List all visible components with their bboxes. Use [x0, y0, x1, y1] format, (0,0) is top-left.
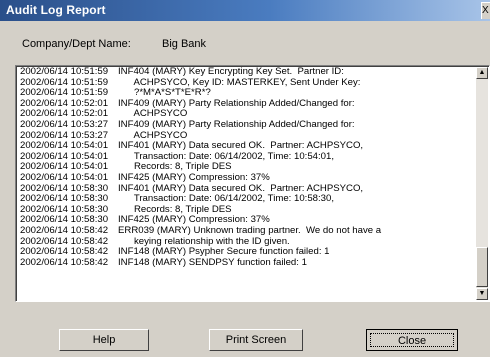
log-message: ERR039 (MARY) Unknown trading partner. W…	[118, 225, 382, 236]
log-line: 2002/06/14 10:58:42 INF148 (MARY) SENDPSY…	[20, 258, 476, 269]
log-listbox[interactable]: 2002/06/14 10:51:59 INF404 (MARY) Key Enc…	[15, 65, 490, 302]
log-message: ?*M*A*S*T*E*R*?	[118, 88, 211, 99]
log-line: 2002/06/14 10:58:30 INF401 (MARY) Data se…	[20, 184, 476, 195]
log-message: INF425 (MARY) Compression: 37%	[118, 172, 270, 183]
log-line: 2002/06/14 10:54:01 Transaction: Date: 0…	[20, 152, 476, 163]
scroll-down-arrow-icon[interactable]: ▼	[476, 288, 488, 300]
log-timestamp: 2002/06/14 10:58:30	[20, 183, 109, 194]
log-timestamp: 2002/06/14 10:58:42	[20, 225, 109, 236]
log-line: 2002/06/14 10:58:30 Transaction: Date: 0…	[20, 194, 476, 205]
close-button-label: Close	[370, 333, 454, 347]
log-lines: 2002/06/14 10:51:59 INF404 (MARY) Key Enc…	[20, 67, 476, 268]
log-line: 2002/06/14 10:54:01 Records: 8, Triple D…	[20, 162, 476, 173]
print-screen-button[interactable]: Print Screen	[209, 329, 303, 351]
log-line: 2002/06/14 10:54:01 INF401 (MARY) Data se…	[20, 141, 476, 152]
log-timestamp: 2002/06/14 10:51:59	[20, 67, 109, 77]
log-timestamp: 2002/06/14 10:52:01	[20, 109, 109, 120]
log-line: 2002/06/14 10:52:01 INF409 (MARY) Party R…	[20, 99, 476, 110]
log-timestamp: 2002/06/14 10:54:01	[20, 141, 109, 152]
log-line: 2002/06/14 10:51:59 ACHPSYCO, Key ID: MA…	[20, 78, 476, 89]
audit-log-window: Audit Log Report X Company/Dept Name: Bi…	[0, 0, 490, 357]
log-message: INF401 (MARY) Data secured OK. Partner: …	[118, 141, 364, 152]
log-message: Records: 8, Triple DES	[118, 162, 232, 173]
log-line: 2002/06/14 10:54:01 INF425 (MARY) Compres…	[20, 173, 476, 184]
log-timestamp: 2002/06/14 10:58:30	[20, 194, 109, 205]
close-button[interactable]: Close	[366, 329, 458, 351]
log-message: Transaction: Date: 06/14/2002, Time: 10:…	[118, 151, 334, 162]
log-message: INF409 (MARY) Party Relationship Added/C…	[118, 119, 355, 130]
log-message: keying relationship with the ID given.	[118, 236, 290, 247]
log-timestamp: 2002/06/14 10:52:01	[20, 98, 109, 109]
log-timestamp: 2002/06/14 10:51:59	[20, 77, 109, 88]
log-timestamp: 2002/06/14 10:51:59	[20, 88, 109, 99]
log-timestamp: 2002/06/14 10:58:42	[20, 236, 109, 247]
log-message: ACHPSYCO	[118, 109, 188, 120]
log-timestamp: 2002/06/14 10:58:42	[20, 257, 109, 268]
log-line: 2002/06/14 10:52:01 ACHPSYCO	[20, 109, 476, 120]
log-message: INF409 (MARY) Party Relationship Added/C…	[118, 98, 355, 109]
log-message: INF404 (MARY) Key Encrypting Key Set. Pa…	[118, 67, 344, 77]
scroll-up-arrow-icon[interactable]: ▲	[476, 67, 488, 79]
log-message: INF425 (MARY) Compression: 37%	[118, 215, 270, 226]
log-message: INF401 (MARY) Data secured OK. Partner: …	[118, 183, 364, 194]
log-timestamp: 2002/06/14 10:53:27	[20, 130, 109, 141]
scroll-thumb[interactable]	[476, 247, 488, 287]
title-bar[interactable]: Audit Log Report X	[0, 0, 490, 21]
log-line: 2002/06/14 10:58:42 ERR039 (MARY) Unknown…	[20, 226, 476, 237]
log-line: 2002/06/14 10:58:30 Records: 8, Triple D…	[20, 205, 476, 216]
log-message: INF148 (MARY) SENDPSY function failed: 1	[118, 257, 307, 268]
company-label: Company/Dept Name:	[22, 38, 131, 50]
log-timestamp: 2002/06/14 10:54:01	[20, 162, 109, 173]
close-window-icon[interactable]: X	[481, 2, 490, 19]
log-timestamp: 2002/06/14 10:53:27	[20, 119, 109, 130]
log-line: 2002/06/14 10:51:59 INF404 (MARY) Key Enc…	[20, 67, 476, 78]
log-message: INF148 (MARY) Psypher Secure function fa…	[118, 247, 330, 258]
log-message: Transaction: Date: 06/14/2002, Time: 10:…	[118, 194, 334, 205]
log-timestamp: 2002/06/14 10:58:30	[20, 204, 109, 215]
log-line: 2002/06/14 10:58:42 keying relationship …	[20, 237, 476, 248]
log-line: 2002/06/14 10:58:30 INF425 (MARY) Compres…	[20, 215, 476, 226]
window-title: Audit Log Report	[6, 3, 106, 17]
help-button[interactable]: Help	[59, 329, 149, 351]
log-message: Records: 8, Triple DES	[118, 204, 232, 215]
log-message: ACHPSYCO, Key ID: MASTERKEY, Sent Under …	[118, 77, 361, 88]
log-line: 2002/06/14 10:58:42 INF148 (MARY) Psypher…	[20, 247, 476, 258]
log-timestamp: 2002/06/14 10:58:42	[20, 247, 109, 258]
log-line: 2002/06/14 10:53:27 ACHPSYCO	[20, 131, 476, 142]
vertical-scrollbar[interactable]: ▲ ▼	[476, 67, 488, 300]
log-timestamp: 2002/06/14 10:58:30	[20, 215, 109, 226]
log-line: 2002/06/14 10:51:59 ?*M*A*S*T*E*R*?	[20, 88, 476, 99]
log-timestamp: 2002/06/14 10:54:01	[20, 151, 109, 162]
company-value: Big Bank	[162, 38, 207, 50]
log-message: ACHPSYCO	[118, 130, 188, 141]
log-timestamp: 2002/06/14 10:54:01	[20, 172, 109, 183]
log-line: 2002/06/14 10:53:27 INF409 (MARY) Party R…	[20, 120, 476, 131]
